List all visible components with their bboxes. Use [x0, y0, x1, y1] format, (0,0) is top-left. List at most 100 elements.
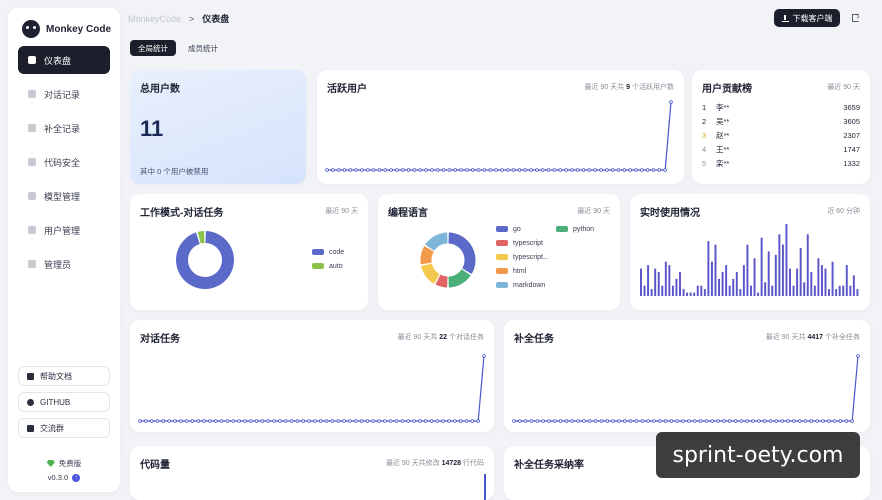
download-client-label: 下载客户端 [792, 13, 833, 23]
sidebar-item-label: 仪表盘 [44, 55, 72, 66]
data-point [663, 168, 667, 172]
help-docs-label: 帮助文档 [40, 371, 72, 381]
languages-card: 编程语言 最近 90 天 go typescript typescript...… [378, 194, 620, 310]
data-point [681, 419, 685, 423]
leaderboard-row[interactable]: 4 王** 1747 [702, 142, 860, 156]
brand[interactable]: Monkey Code [22, 20, 111, 38]
sidebar-item-code-security[interactable]: 代码安全 [18, 148, 110, 176]
data-point [622, 168, 627, 172]
bar [810, 272, 813, 296]
tab-global-stats[interactable]: 全局统计 [130, 40, 176, 56]
data-point [780, 419, 785, 423]
legend-label: python [573, 225, 595, 233]
total-users-value: 11 [140, 116, 164, 141]
bar [817, 258, 820, 296]
logout-button[interactable] [847, 10, 863, 26]
data-point [313, 419, 317, 423]
data-point [389, 168, 393, 172]
data-point [435, 419, 440, 423]
leaderboard-row[interactable]: 1 李** 3659 [702, 100, 860, 114]
data-point [511, 168, 516, 172]
chat-tasks-card: 对话任务 最近 90 天共 22 个对话任务 [130, 320, 494, 432]
data-point [651, 168, 656, 172]
bar [721, 272, 724, 296]
help-docs-link[interactable]: 帮助文档 [18, 366, 110, 386]
bar [856, 289, 859, 296]
data-point [581, 168, 586, 172]
data-point [458, 419, 463, 423]
legend-item-typescript-other[interactable]: typescript... [496, 253, 549, 261]
bar [675, 278, 678, 296]
bar [796, 268, 799, 296]
update-badge-icon[interactable]: ↑ [72, 473, 81, 482]
legend-label: html [513, 267, 527, 275]
plan-label: 免费版 [58, 459, 82, 468]
legend-item-python[interactable]: python [556, 225, 594, 233]
disabled-users-note: 其中 0 个用户被禁用 [140, 167, 209, 176]
contribution-value: 2307 [843, 130, 860, 140]
data-point [657, 168, 662, 172]
sidebar-item-dashboard[interactable]: 仪表盘 [18, 46, 110, 74]
legend-item-html[interactable]: html [496, 267, 549, 275]
bar [700, 285, 703, 296]
leaderboard-title: 用户贡献榜 [702, 84, 752, 95]
data-point [400, 419, 405, 423]
bar [838, 285, 841, 296]
leaderboard-row[interactable]: 3 赵** 2307 [702, 128, 860, 142]
bar [789, 268, 791, 296]
breadcrumb-root[interactable]: MonkeyCode [128, 14, 181, 24]
sidebar-item-model-management[interactable]: 模型管理 [18, 182, 110, 210]
legend-item-typescript[interactable]: typescript [496, 239, 549, 247]
data-point [231, 419, 236, 423]
pie-slice-python [448, 268, 471, 288]
sidebar-item-label: 对话记录 [44, 89, 81, 100]
user-name: 吴** [716, 116, 730, 126]
chat-tasks-chart [138, 354, 486, 423]
data-point [225, 419, 230, 423]
sidebar-item-user-management[interactable]: 用户管理 [18, 216, 110, 244]
data-point [418, 419, 422, 423]
data-point [283, 419, 288, 423]
data-point [856, 354, 860, 358]
bar [689, 292, 692, 296]
data-point [727, 419, 732, 423]
rank: 4 [702, 144, 707, 154]
sidebar-item-label: 管理员 [44, 259, 72, 270]
data-point [412, 419, 416, 423]
bar [778, 234, 781, 296]
tab-member-stats[interactable]: 成员统计 [180, 40, 226, 56]
legend-item-markdown[interactable]: markdown [496, 281, 549, 289]
data-point [237, 419, 241, 423]
legend-item-go[interactable]: go [496, 225, 549, 233]
legend-item-auto[interactable]: auto [312, 262, 344, 270]
data-point [266, 419, 271, 423]
data-point [470, 419, 475, 423]
data-point [669, 100, 673, 104]
pie-slice-code [176, 231, 234, 289]
code-volume-meta: 最近 90 天共修改 14728 行代码 [386, 458, 484, 468]
sidebar-item-admin[interactable]: 管理员 [18, 250, 110, 278]
data-point [342, 419, 346, 423]
bar [710, 261, 713, 296]
data-point [342, 168, 347, 172]
legend-item-code[interactable]: code [312, 248, 344, 256]
languages-legend: go typescript typescript... html markdow… [496, 225, 549, 289]
sidebar-item-completion-records[interactable]: 补全记录 [18, 114, 110, 142]
leaderboard-row[interactable]: 5 栾** 1332 [702, 156, 860, 170]
github-link[interactable]: GITHUB [18, 392, 110, 412]
bar [757, 292, 760, 296]
download-client-button[interactable]: 下载客户端 [774, 9, 840, 27]
data-point [657, 419, 662, 423]
data-point [535, 419, 540, 423]
bar [647, 265, 650, 296]
sidebar-item-chat-records[interactable]: 对话记录 [18, 80, 110, 108]
leaderboard-row[interactable]: 2 吴** 3605 [702, 114, 860, 128]
data-point [710, 419, 715, 423]
legend-label: go [513, 225, 521, 233]
contribution-value: 3659 [843, 102, 860, 112]
data-point [353, 419, 358, 423]
bar [679, 272, 681, 296]
meta-value: 14728 [441, 460, 462, 467]
community-group-link[interactable]: 交流群 [18, 418, 110, 438]
bar [686, 292, 689, 296]
